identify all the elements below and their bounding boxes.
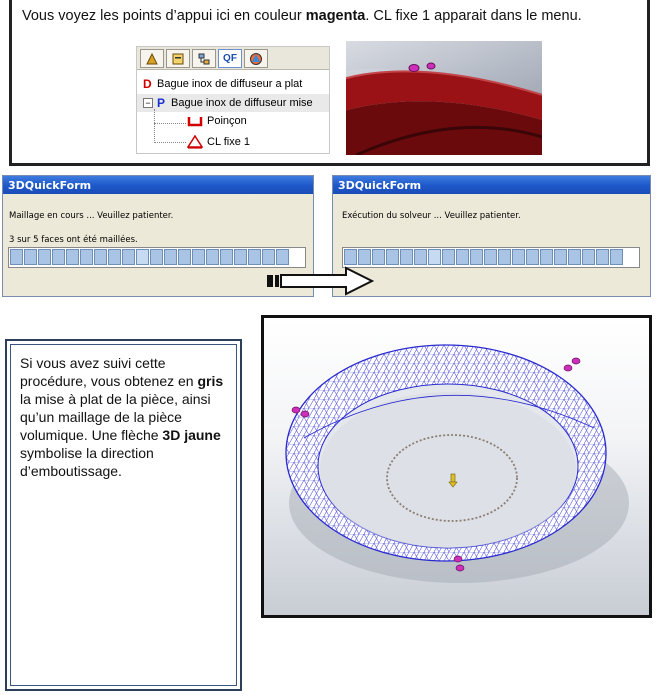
desc-bold-gris: gris — [197, 373, 224, 389]
progress-segment — [150, 249, 163, 265]
part-prefix-icon: P — [157, 96, 166, 110]
progress-segment — [164, 249, 177, 265]
property-manager-icon[interactable] — [166, 49, 190, 68]
description-inner-border: Si vous avez suivi cette procédure, vous… — [10, 344, 237, 686]
progress-segment — [178, 249, 191, 265]
appearance-icon[interactable] — [244, 49, 268, 68]
progress-segment — [484, 249, 497, 265]
description-box: Si vous avez suivi cette procédure, vous… — [5, 339, 242, 691]
progress-segment — [540, 249, 553, 265]
progress-segment — [80, 249, 93, 265]
desc-part: symbolise la direction d’emboutissage. — [20, 445, 154, 479]
tree-item-part[interactable]: − P Bague inox de diffuseur mise — [143, 96, 313, 110]
solver-progress-bar — [342, 247, 640, 268]
tree-item-punch[interactable]: Poinçon — [187, 115, 247, 127]
caption-text: Vous voyez les points d’appui ici en cou… — [22, 8, 306, 24]
progress-segment — [372, 249, 385, 265]
desc-part: Si vous avez suivi cette procédure, vous… — [20, 355, 198, 389]
punch-icon — [187, 115, 203, 127]
progress-segment — [206, 249, 219, 265]
tree-item-label: Bague inox de diffuseur mise — [171, 97, 313, 109]
progress-segment — [108, 249, 121, 265]
tree-line — [154, 142, 186, 143]
progress-segment — [386, 249, 399, 265]
meshing-progress-bar — [8, 247, 306, 268]
progress-segment — [94, 249, 107, 265]
progress-segment — [526, 249, 539, 265]
feature-manager-icon[interactable] — [140, 49, 164, 68]
transition-arrow-icon — [266, 266, 376, 301]
progress-segment — [276, 249, 289, 265]
solver-dialog: 3DQuickForm Exécution du solveur ... Veu… — [332, 175, 651, 297]
configuration-manager-icon[interactable] — [192, 49, 216, 68]
progress-segment — [470, 249, 483, 265]
progress-segment — [554, 249, 567, 265]
progress-segment — [400, 249, 413, 265]
dialog-status: Exécution du solveur ... Veuillez patien… — [342, 211, 521, 221]
tree-item-flat[interactable]: D Bague inox de diffuseur a plat — [143, 77, 302, 91]
tree-line — [154, 123, 186, 124]
progress-segment — [568, 249, 581, 265]
tree-item-fixed[interactable]: CL fixe 1 — [186, 134, 251, 149]
dialog-status: Maillage en cours ... Veuillez patienter… — [9, 211, 174, 221]
progress-segment — [52, 249, 65, 265]
progress-segment — [498, 249, 511, 265]
progress-segment — [248, 249, 261, 265]
desc-bold-3d: 3D jaune — [162, 427, 221, 443]
caption-text-end: . CL fixe 1 apparait dans le menu. — [365, 8, 582, 24]
top-panel: Vous voyez les points d’appui ici en cou… — [9, 0, 650, 166]
feature-tree: QF D Bague inox de diffuseur a plat − P … — [136, 46, 330, 154]
progress-segment — [66, 249, 79, 265]
progress-segment — [344, 249, 357, 265]
progress-segment — [10, 249, 23, 265]
progress-segment — [610, 249, 623, 265]
tree-line — [154, 109, 155, 143]
progress-segment — [234, 249, 247, 265]
ring-preview-svg — [346, 62, 542, 155]
progress-segment — [24, 249, 37, 265]
progress-segment — [582, 249, 595, 265]
progress-segment — [136, 249, 149, 265]
tree-item-label: Bague inox de diffuseur a plat — [157, 78, 303, 90]
flat-prefix-icon: D — [143, 77, 152, 91]
tree-item-label: Poinçon — [207, 115, 247, 127]
dialog-title: 3DQuickForm — [333, 176, 650, 194]
progress-segment — [262, 249, 275, 265]
progress-segment — [512, 249, 525, 265]
progress-segment — [414, 249, 427, 265]
progress-segment — [428, 249, 441, 265]
progress-segment — [220, 249, 233, 265]
progress-segment — [122, 249, 135, 265]
description-text: Si vous avez suivi cette procédure, vous… — [20, 354, 225, 480]
tree-item-label: CL fixe 1 — [207, 136, 251, 148]
dialog-progress-text: 3 sur 5 faces ont été maillées. — [9, 235, 138, 245]
collapse-icon[interactable]: − — [143, 98, 153, 108]
ring-preview — [346, 41, 542, 155]
progress-segment — [192, 249, 205, 265]
tab-qf[interactable]: QF — [218, 49, 242, 68]
progress-segment — [596, 249, 609, 265]
progress-segment — [456, 249, 469, 265]
tree-toolbar: QF — [137, 47, 329, 70]
progress-segment — [442, 249, 455, 265]
progress-segment — [358, 249, 371, 265]
top-caption: Vous voyez les points d’appui ici en cou… — [22, 8, 582, 24]
dialog-title: 3DQuickForm — [3, 176, 313, 194]
mesh-render — [261, 315, 652, 618]
progress-segment — [38, 249, 51, 265]
mesh-render-svg — [285, 344, 629, 583]
caption-bold: magenta — [305, 8, 366, 24]
fixed-constraint-icon — [186, 134, 204, 149]
